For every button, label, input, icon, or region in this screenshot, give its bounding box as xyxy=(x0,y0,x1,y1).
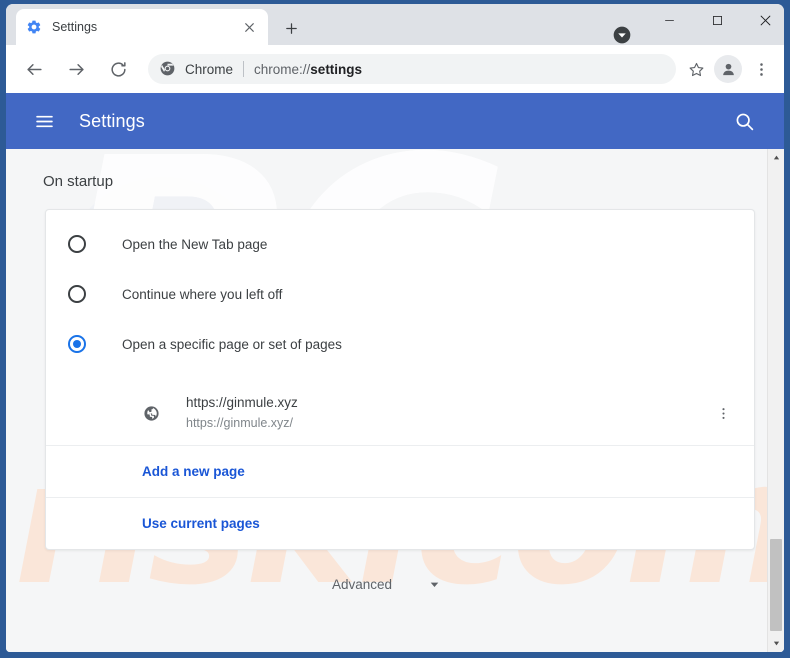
search-icon[interactable] xyxy=(732,109,756,133)
scrollbar-thumb[interactable] xyxy=(770,539,782,631)
scroll-up-icon[interactable] xyxy=(768,149,784,166)
back-arrow-icon[interactable] xyxy=(18,53,50,85)
on-startup-card: Open the New Tab page Continue where you… xyxy=(45,209,755,550)
startup-page-row: https://ginmule.xyz https://ginmule.xyz/ xyxy=(46,381,754,446)
radio-button[interactable] xyxy=(68,235,86,253)
vertical-scrollbar[interactable] xyxy=(767,149,784,652)
close-icon[interactable] xyxy=(742,4,784,36)
three-dot-menu-icon[interactable] xyxy=(746,54,776,84)
hamburger-icon[interactable] xyxy=(32,109,56,133)
tab-title: Settings xyxy=(52,20,98,34)
three-dot-menu-icon[interactable] xyxy=(710,400,736,426)
omnibox-url-text: chrome://settings xyxy=(254,62,664,77)
close-tab-icon[interactable] xyxy=(240,18,258,36)
startup-option-label: Continue where you left off xyxy=(122,286,283,302)
tab-strip: Settings xyxy=(6,4,784,45)
gear-icon xyxy=(26,19,42,35)
chevron-down-icon xyxy=(428,578,441,591)
advanced-label: Advanced xyxy=(331,577,393,592)
startup-option-new-tab[interactable]: Open the New Tab page xyxy=(46,219,754,269)
section-title: On startup xyxy=(43,173,114,190)
startup-option-specific-pages[interactable]: Open a specific page or set of pages xyxy=(46,319,754,369)
radio-button-selected[interactable] xyxy=(68,335,86,353)
settings-content-scroll-area: PC risk.com On startup Open the New Tab … xyxy=(6,149,784,652)
startup-option-continue[interactable]: Continue where you left off xyxy=(46,269,754,319)
omnibox-url-prefix: chrome:// xyxy=(254,61,311,77)
minimize-icon[interactable] xyxy=(646,4,692,36)
radio-button[interactable] xyxy=(68,285,86,303)
globe-icon xyxy=(142,404,160,422)
address-bar[interactable]: Chrome chrome://settings xyxy=(148,54,676,84)
advanced-toggle[interactable]: Advanced xyxy=(6,577,767,592)
star-icon[interactable] xyxy=(682,55,710,83)
chrome-logo-icon xyxy=(160,61,176,77)
avatar[interactable] xyxy=(714,55,742,83)
startup-option-label: Open a specific page or set of pages xyxy=(122,336,342,352)
omnibox-url-page: settings xyxy=(310,61,363,77)
startup-option-label: Open the New Tab page xyxy=(122,236,268,252)
page-title: Settings xyxy=(79,110,145,131)
omnibox-divider xyxy=(243,61,245,77)
browser-tab-settings[interactable]: Settings xyxy=(16,9,268,45)
scroll-down-icon[interactable] xyxy=(768,635,784,652)
new-tab-plus-icon[interactable] xyxy=(278,15,304,41)
browser-toolbar: Chrome chrome://settings xyxy=(6,45,784,93)
download-arrow-icon[interactable] xyxy=(611,24,633,46)
add-a-new-page-link[interactable]: Add a new page xyxy=(46,446,754,498)
settings-app-header: Settings xyxy=(6,93,784,149)
startup-page-url: https://ginmule.xyz/ xyxy=(186,415,293,430)
use-current-pages-link[interactable]: Use current pages xyxy=(46,498,754,549)
maximize-icon[interactable] xyxy=(694,4,740,36)
forward-arrow-icon[interactable] xyxy=(60,53,92,85)
settings-content: PC risk.com On startup Open the New Tab … xyxy=(6,149,767,652)
omnibox-scheme-label: Chrome xyxy=(185,61,234,77)
browser-window: Settings Chrome chrome://settings Settin… xyxy=(0,0,790,658)
reload-icon[interactable] xyxy=(102,53,134,85)
startup-page-title: https://ginmule.xyz xyxy=(186,394,298,410)
startup-page-texts: https://ginmule.xyz https://ginmule.xyz/ xyxy=(186,393,710,433)
browser-window-inner: Settings Chrome chrome://settings Settin… xyxy=(6,4,784,652)
